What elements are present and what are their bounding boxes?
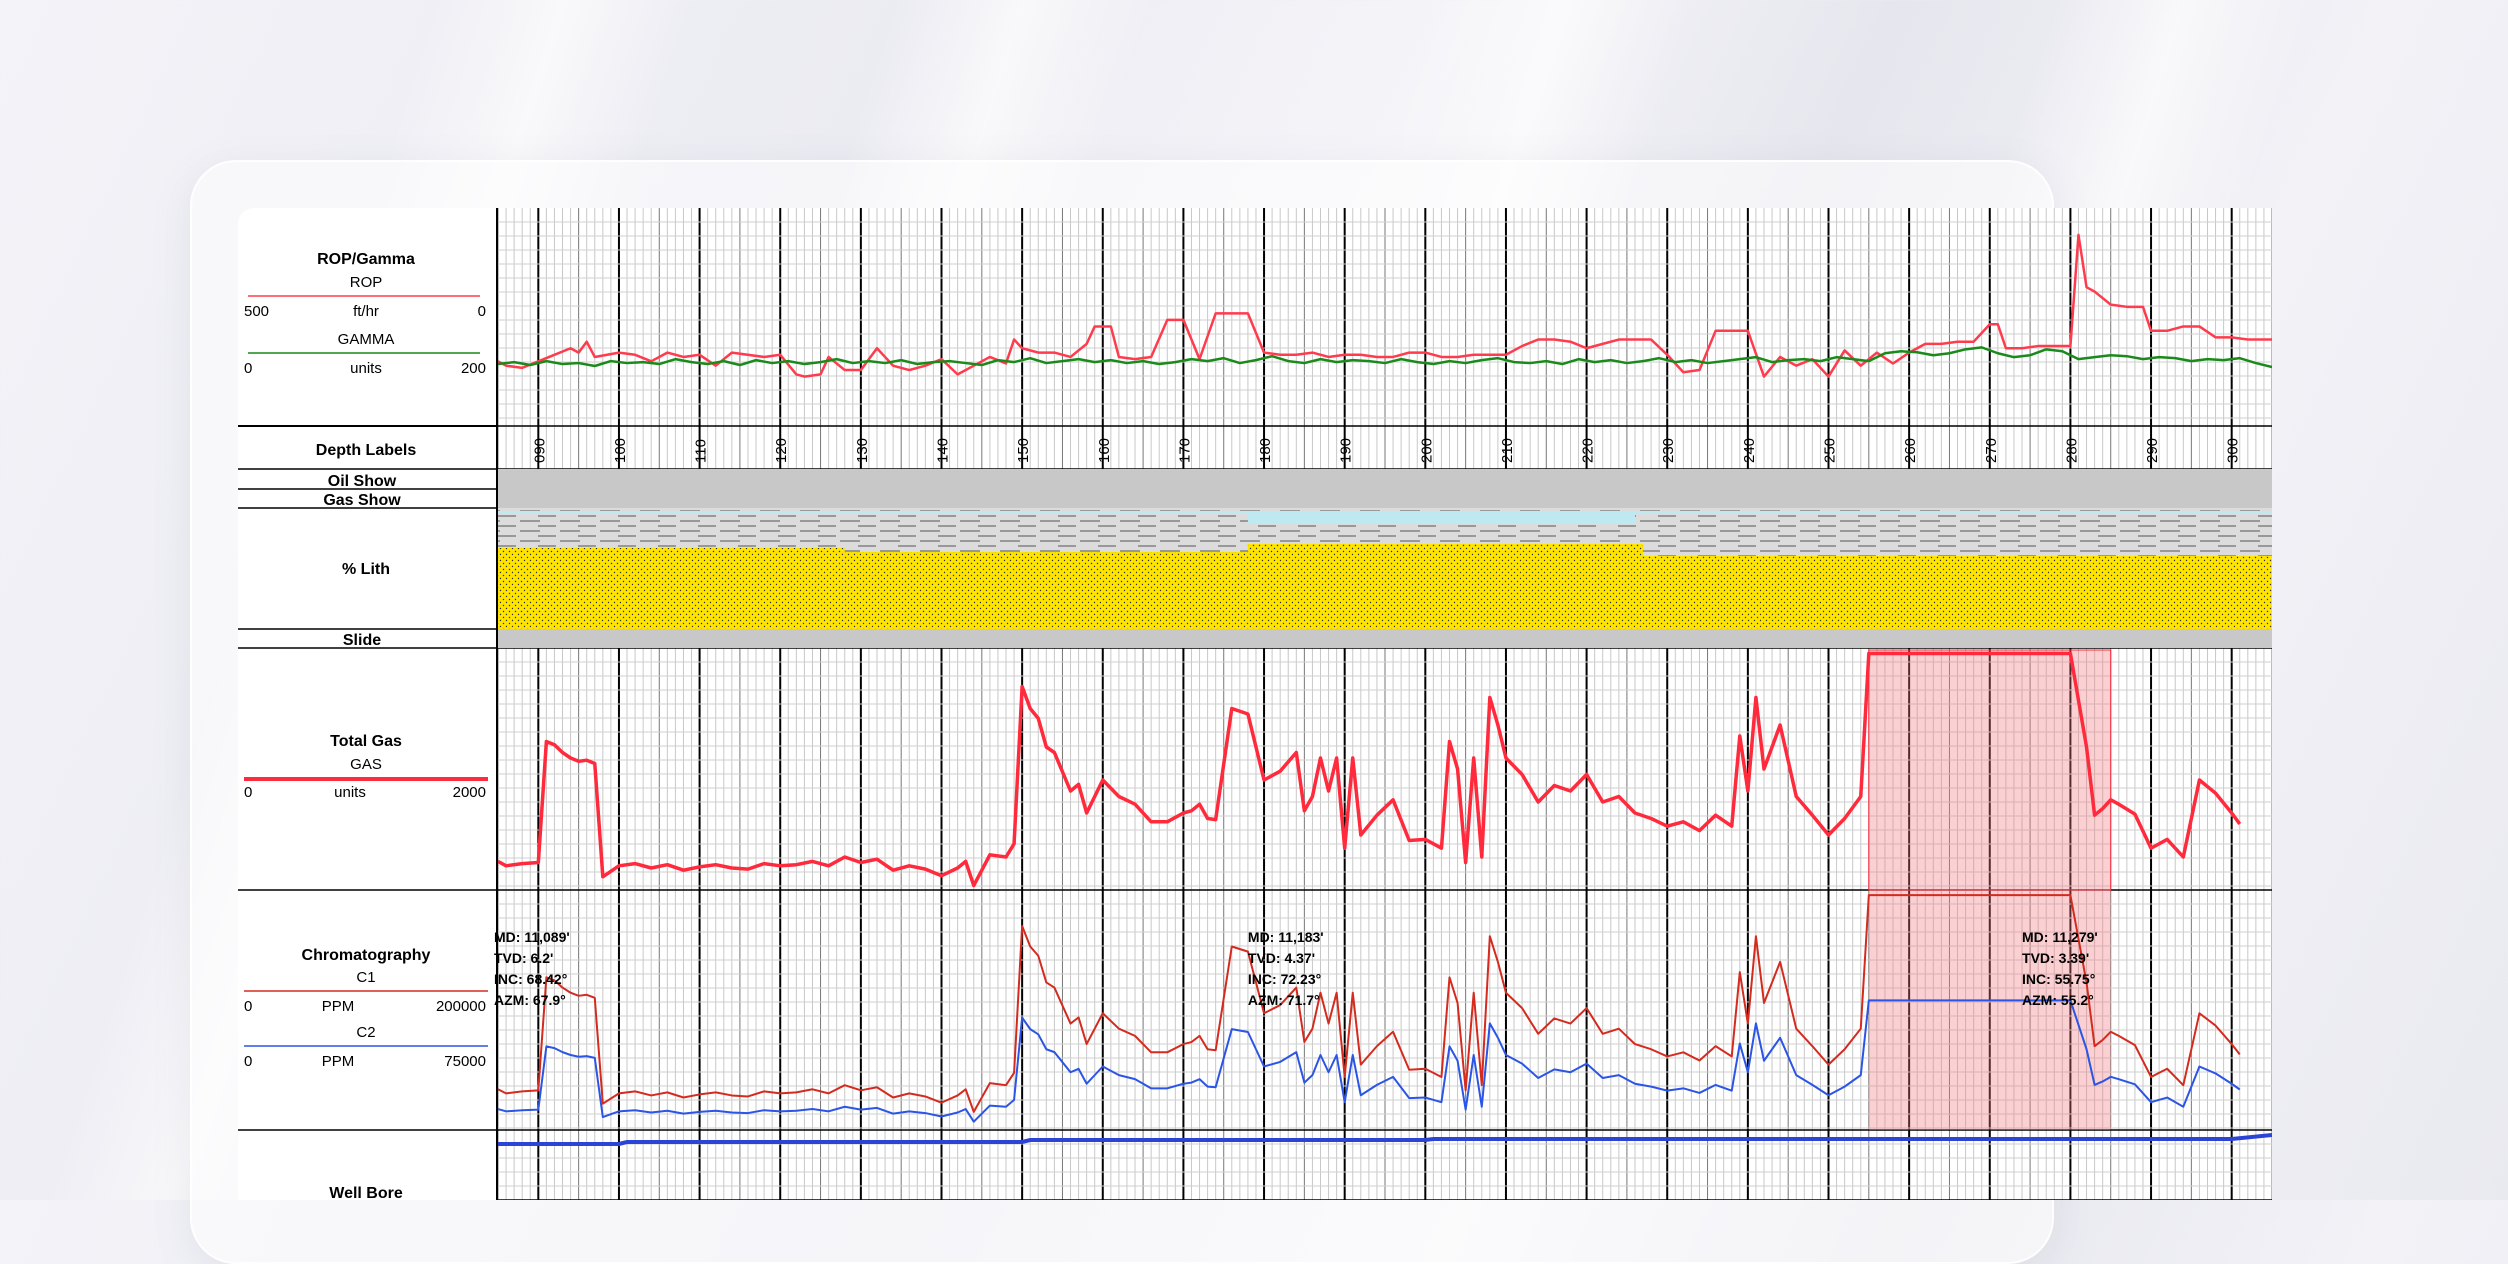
depth-tick-label: 100 [612,438,629,463]
c1-scale-max: 200000 [436,998,486,1015]
rop-scale-min: 500 [244,303,269,320]
depth-tick-label: 190 [1338,438,1355,463]
survey-label-md: MD: 11,089' [494,929,570,945]
survey-label-tvd: TVD: 6.2' [494,950,553,966]
depth-tick-label: 230 [1660,438,1677,463]
depth-tick-label: 290 [2144,438,2161,463]
c2-scale-max: 75000 [444,1053,486,1070]
survey-label-inc: INC: 72.23° [1248,971,1321,987]
rop-scale-max: 0 [478,303,486,320]
survey-label-md: MD: 11,279' [2022,929,2098,945]
slide-band [498,629,2272,648]
gamma-curve-name: GAMMA [338,331,395,348]
well-bore-title: Well Bore [329,1185,403,1200]
depth-tick-label: 090 [531,438,548,463]
depth-tick-label: 170 [1176,438,1193,463]
depth-tick-label: 180 [1257,438,1274,463]
gamma-unit: units [350,360,382,377]
gas-scale-max: 2000 [453,784,486,801]
depth-tick-labels: 090 100 110 120 130 140 150 160 170 180 190 200 210 2… [531,438,2241,463]
depth-tick-label: 270 [1983,438,2000,463]
survey-label-tvd: TVD: 4.37' [1248,950,1315,966]
gas-show-title: Gas Show [323,492,401,509]
depth-tick-label: 140 [935,438,952,463]
survey-label-inc: INC: 68.42° [494,971,567,987]
survey-label-md: MD: 11,183' [1248,929,1324,945]
depth-tick-label: 250 [1822,438,1839,463]
mud-log-panel: ROP/Gamma ROP 500 ft/hr 0 GAMMA 0 units … [238,208,2272,1200]
c2-scale-min: 0 [244,1053,252,1070]
rop-gamma-title: ROP/Gamma [317,251,415,268]
limestone-lith [1247,514,1635,524]
limestone-lith-strip [498,511,2272,514]
chromatography-title: Chromatography [302,947,431,964]
survey-label-azm: AZM: 71.7° [1248,992,1320,1008]
sand-lith [844,552,1248,629]
c2-curve-name: C2 [356,1024,375,1041]
depth-tick-label: 300 [2225,438,2242,463]
depth-labels-title: Depth Labels [316,442,417,459]
slide-title: Slide [343,632,381,649]
sand-lith [498,548,845,629]
gamma-scale-max: 200 [461,360,486,377]
c1-curve-name: C1 [356,969,375,986]
depth-tick-label: 160 [1096,438,1113,463]
gas-show-band [498,489,2272,508]
depth-tick-label: 110 [693,439,710,463]
rop-curve-name: ROP [350,274,383,291]
gas-unit: units [334,784,366,801]
header-column: ROP/Gamma ROP 500 ft/hr 0 GAMMA 0 units … [238,251,498,1200]
depth-tick-label: 200 [1418,438,1435,463]
oil-show-band [498,469,2272,489]
depth-tick-label: 130 [854,438,871,463]
survey-label-inc: INC: 55.75° [2022,971,2095,987]
depth-tick-label: 210 [1499,438,1516,463]
gas-scale-min: 0 [244,784,252,801]
lith-title: % Lith [342,561,390,578]
depth-tick-label: 240 [1741,438,1758,463]
depth-tick-label: 280 [2063,438,2080,463]
survey-label-azm: AZM: 67.9° [494,992,566,1008]
total-gas-title: Total Gas [330,733,402,750]
depth-tick-label: 220 [1580,438,1597,463]
oil-show-title: Oil Show [328,473,397,490]
gas-curve-name: GAS [350,756,382,773]
c1-unit: PPM [322,998,355,1015]
gamma-scale-min: 0 [244,360,252,377]
rop-unit: ft/hr [353,303,379,320]
sand-lith [1643,556,2272,629]
mud-log-chart: ROP/Gamma ROP 500 ft/hr 0 GAMMA 0 units … [238,208,2272,1200]
survey-label-azm: AZM: 55.2° [2022,992,2094,1008]
depth-tick-label: 150 [1015,438,1032,463]
c2-unit: PPM [322,1053,355,1070]
survey-label-tvd: TVD: 3.39' [2022,950,2089,966]
c1-scale-min: 0 [244,998,252,1015]
depth-tick-label: 260 [1902,438,1919,463]
sand-lith [1247,544,1644,629]
depth-tick-label: 120 [773,438,790,463]
